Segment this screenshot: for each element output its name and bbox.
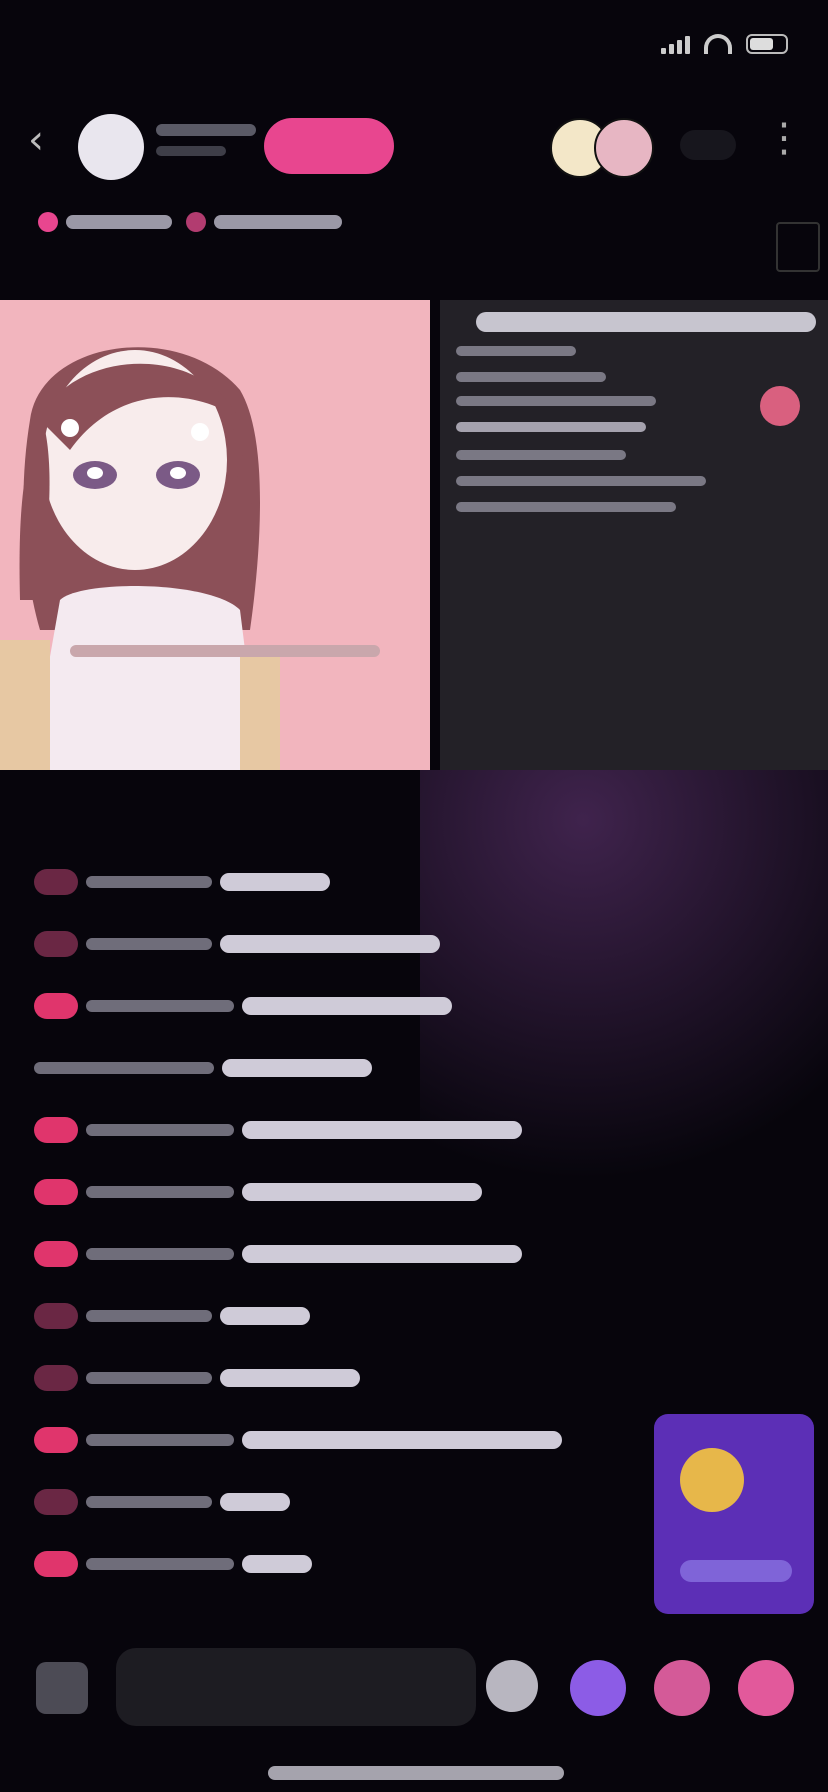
chat-username[interactable] bbox=[86, 876, 212, 888]
rank-tag[interactable] bbox=[38, 204, 172, 240]
follow-button[interactable] bbox=[264, 118, 394, 174]
info-panel-title bbox=[476, 312, 816, 332]
chat-text bbox=[220, 873, 330, 891]
emoji-button[interactable] bbox=[486, 1660, 538, 1712]
chat-message[interactable] bbox=[34, 1170, 482, 1214]
battery-icon bbox=[746, 34, 788, 54]
chat-text bbox=[220, 1307, 310, 1325]
more-icon[interactable]: ⋮ bbox=[764, 118, 804, 158]
chat-username[interactable] bbox=[86, 1124, 234, 1136]
gift-popup-label bbox=[680, 1560, 792, 1582]
level-badge bbox=[34, 1427, 78, 1453]
fire-icon bbox=[186, 212, 206, 232]
viewer-avatars[interactable] bbox=[550, 118, 654, 178]
chat-username[interactable] bbox=[86, 1558, 234, 1570]
chat-message[interactable] bbox=[34, 1480, 290, 1524]
chat-message[interactable] bbox=[34, 984, 452, 1028]
chat-username[interactable] bbox=[86, 1434, 234, 1446]
chat-username[interactable] bbox=[86, 1248, 234, 1260]
anime-character-image bbox=[0, 300, 430, 770]
chat-message[interactable] bbox=[34, 1418, 562, 1462]
gift-icon[interactable] bbox=[570, 1660, 626, 1716]
chat-username[interactable] bbox=[86, 1186, 234, 1198]
share-icon[interactable] bbox=[738, 1660, 794, 1716]
gift-popup[interactable] bbox=[654, 1414, 814, 1614]
host-name bbox=[156, 124, 256, 136]
chat-text bbox=[220, 935, 440, 953]
host-subtitle bbox=[156, 146, 226, 156]
live-video[interactable] bbox=[0, 300, 430, 770]
chat-username[interactable] bbox=[86, 1310, 212, 1322]
level-badge bbox=[34, 1179, 78, 1205]
chat-username[interactable] bbox=[86, 1000, 234, 1012]
level-badge bbox=[34, 1117, 78, 1143]
level-badge bbox=[34, 869, 78, 895]
viewer-count-badge[interactable] bbox=[680, 130, 736, 160]
level-badge bbox=[34, 931, 78, 957]
status-icons bbox=[661, 34, 788, 54]
chat-text bbox=[220, 1369, 360, 1387]
heart-icon[interactable] bbox=[760, 386, 800, 426]
chat-message[interactable] bbox=[34, 1232, 522, 1276]
emoji-icon bbox=[680, 1448, 744, 1512]
share-icon[interactable] bbox=[776, 222, 820, 272]
popularity-tag-label bbox=[214, 215, 342, 229]
chat-message[interactable] bbox=[34, 1294, 310, 1338]
level-badge bbox=[34, 1303, 78, 1329]
chat-message[interactable] bbox=[34, 860, 330, 904]
chat-text bbox=[242, 1431, 562, 1449]
chat-text bbox=[222, 1059, 372, 1077]
chat-text bbox=[220, 1493, 290, 1511]
chat-message[interactable] bbox=[34, 1046, 372, 1090]
cellular-signal-icon bbox=[661, 34, 690, 54]
chat-text bbox=[242, 1183, 482, 1201]
chat-text bbox=[242, 1121, 522, 1139]
chat-username[interactable] bbox=[86, 1372, 212, 1384]
chat-message[interactable] bbox=[34, 1542, 312, 1586]
chat-text bbox=[242, 1245, 522, 1263]
level-badge bbox=[34, 1489, 78, 1515]
heart-icon bbox=[38, 212, 58, 232]
level-badge bbox=[34, 1551, 78, 1577]
home-indicator bbox=[268, 1766, 564, 1780]
chat-message[interactable] bbox=[34, 1108, 522, 1152]
back-icon[interactable]: ‹ bbox=[28, 120, 56, 160]
menu-grid-icon[interactable] bbox=[36, 1662, 88, 1714]
chat-message[interactable] bbox=[34, 1356, 360, 1400]
chat-text bbox=[242, 1555, 312, 1573]
wifi-icon bbox=[704, 34, 732, 54]
level-badge bbox=[34, 1365, 78, 1391]
chat-username[interactable] bbox=[34, 1062, 214, 1074]
info-panel bbox=[440, 300, 828, 770]
chat-username[interactable] bbox=[86, 1496, 212, 1508]
chat-text bbox=[242, 997, 452, 1015]
heart-icon[interactable] bbox=[654, 1660, 710, 1716]
rank-tag-label bbox=[66, 215, 172, 229]
chat-message[interactable] bbox=[34, 922, 440, 966]
level-badge bbox=[34, 993, 78, 1019]
host-avatar[interactable] bbox=[78, 114, 144, 180]
level-badge bbox=[34, 1241, 78, 1267]
chat-username[interactable] bbox=[86, 938, 212, 950]
avatar bbox=[594, 118, 654, 178]
popularity-tag[interactable] bbox=[186, 204, 342, 240]
chat-input[interactable] bbox=[116, 1648, 476, 1726]
